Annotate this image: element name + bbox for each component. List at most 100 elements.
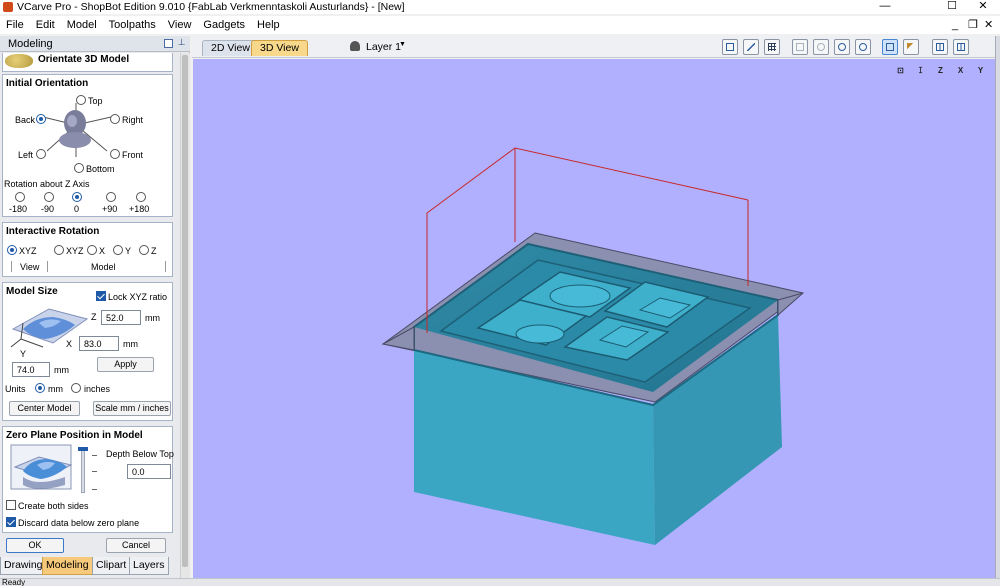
layer-dropdown[interactable]: Layer 1 — [366, 41, 401, 53]
3d-viewport[interactable]: ⊡ ꕯ Z X Y — [193, 59, 1000, 578]
tab-modeling[interactable]: Modeling — [42, 557, 93, 575]
modeling-panel: Modeling ⊥ Orientate 3D Model Initial Or… — [0, 36, 190, 586]
tab-layers[interactable]: Layers — [129, 557, 169, 575]
grid-icon[interactable] — [764, 39, 780, 55]
close-button[interactable]: ✕ — [966, 0, 1000, 14]
depth-slider-thumb[interactable] — [78, 447, 88, 451]
view-group-label: View — [20, 262, 40, 272]
mdi-restore-button[interactable]: ❐ — [968, 18, 978, 32]
tab-clipart[interactable]: Clipart — [92, 557, 131, 575]
rotation-minus90-radio[interactable] — [44, 192, 54, 202]
y-size-input[interactable] — [12, 362, 50, 377]
rotate-y-radio[interactable] — [113, 245, 123, 255]
model-size-section: Model Size Lock XYZ ratio Z mm X mm Y mm… — [2, 282, 173, 421]
create-both-sides-checkbox[interactable] — [6, 500, 16, 510]
split-vertical-icon[interactable] — [953, 39, 969, 55]
scale-units-button[interactable]: Scale mm / inches — [93, 401, 171, 416]
rotation-minus180-radio[interactable] — [15, 192, 25, 202]
initial-orientation-section: Initial Orientation Top Back Right Left — [2, 74, 173, 217]
units-inches-label: inches — [84, 384, 111, 394]
units-mm-radio[interactable] — [35, 383, 45, 393]
minimize-button[interactable]: — — [868, 0, 902, 14]
tab-3d-view[interactable]: 3D View — [251, 40, 308, 56]
mdi-minimize-button[interactable]: _ — [952, 18, 958, 32]
discard-below-zero-checkbox[interactable] — [6, 517, 16, 527]
zoom-in-icon[interactable] — [813, 39, 829, 55]
rotation-minus180-label: -180 — [9, 204, 28, 214]
zoom-extents-icon[interactable] — [722, 39, 738, 55]
rotation-plus180-label: +180 — [129, 204, 150, 214]
x-size-input[interactable] — [79, 336, 119, 351]
draw-mode-icon[interactable] — [882, 39, 898, 55]
rotate-model-xyz-label: XYZ — [66, 246, 84, 256]
orientation-bottom-radio[interactable] — [74, 163, 84, 173]
rotate-z-radio[interactable] — [139, 245, 149, 255]
vcarve-window: VCarve Pro - ShopBot Edition 9.010 {FabL… — [0, 0, 1000, 586]
orientation-top-radio[interactable] — [76, 95, 86, 105]
menu-edit[interactable]: Edit — [30, 16, 61, 34]
orientation-heading: Initial Orientation — [6, 78, 89, 89]
form-subtitle: Orientate 3D Model — [38, 54, 130, 65]
view-toolbar: 2D View 3D View Layer 1 ▼ — [192, 36, 1000, 58]
orientation-right-radio[interactable] — [110, 114, 120, 124]
maximize-button[interactable]: ☐ — [935, 0, 969, 14]
rotate-x-radio[interactable] — [87, 245, 97, 255]
lock-ratio-label: Lock XYZ ratio — [108, 292, 168, 302]
z-axis-label: Z — [91, 312, 97, 322]
menu-help[interactable]: Help — [251, 16, 286, 34]
zoom-selected-icon[interactable] — [855, 39, 871, 55]
rotate-z-label: Z — [151, 246, 157, 256]
orientation-front-radio[interactable] — [110, 149, 120, 159]
view-divider-right — [47, 261, 48, 272]
model-divider-right — [165, 261, 166, 272]
panel-title: Modeling — [8, 38, 53, 50]
ok-button[interactable]: OK — [6, 538, 64, 553]
split-horizontal-icon[interactable] — [932, 39, 948, 55]
rotate-view-xyz-radio[interactable] — [7, 245, 17, 255]
rotation-0-radio[interactable] — [72, 192, 82, 202]
status-text: Ready — [2, 578, 26, 586]
units-label: Units — [5, 384, 26, 394]
right-panel-strip[interactable] — [995, 36, 1000, 578]
apply-button[interactable]: Apply — [97, 357, 154, 372]
zero-plane-section: Zero Plane Position in Model Depth Below… — [2, 426, 174, 533]
panel-float-icon[interactable] — [164, 39, 173, 48]
orientation-left-radio[interactable] — [36, 149, 46, 159]
zoom-box-icon[interactable] — [743, 39, 759, 55]
panel-pin-icon[interactable]: ⊥ — [177, 38, 186, 48]
depth-tick-3 — [92, 489, 97, 490]
orientate-icon — [5, 54, 33, 68]
depth-below-top-input[interactable] — [127, 464, 171, 479]
panel-scroll-thumb[interactable] — [182, 55, 188, 567]
tab-drawing[interactable]: Drawing — [0, 557, 47, 575]
menu-model[interactable]: Model — [61, 16, 103, 34]
orientation-back-radio[interactable] — [36, 114, 46, 124]
rotate-x-label: X — [99, 246, 106, 256]
menu-toolpaths[interactable]: Toolpaths — [103, 16, 162, 34]
rotate-model-xyz-radio[interactable] — [54, 245, 64, 255]
z-size-input[interactable] — [101, 310, 141, 325]
cancel-button[interactable]: Cancel — [106, 538, 166, 553]
units-inches-radio[interactable] — [71, 383, 81, 393]
discard-below-zero-label: Discard data below zero plane — [18, 518, 140, 528]
title-bar: VCarve Pro - ShopBot Edition 9.010 {FabL… — [0, 0, 1000, 14]
rotation-plus180-radio[interactable] — [136, 192, 146, 202]
menu-file[interactable]: File — [0, 16, 30, 34]
rotation-minus90-label: -90 — [41, 204, 55, 214]
center-model-button[interactable]: Center Model — [9, 401, 80, 416]
depth-slider-track[interactable] — [81, 447, 85, 493]
lock-ratio-checkbox[interactable] — [96, 291, 106, 301]
status-bar: Ready — [0, 578, 1000, 586]
zoom-out-icon[interactable] — [834, 39, 850, 55]
zero-plane-car-icon — [10, 444, 73, 490]
rotation-plus90-radio[interactable] — [106, 192, 116, 202]
mdi-close-button[interactable]: ✕ — [984, 18, 993, 32]
orientation-left-label: Left — [18, 150, 34, 160]
menu-gadgets[interactable]: Gadgets — [197, 16, 251, 34]
chevron-down-icon[interactable]: ▼ — [399, 41, 406, 48]
pan-icon[interactable] — [792, 39, 808, 55]
menu-bar: File Edit Model Toolpaths View Gadgets H… — [0, 16, 1000, 34]
toolpath-preview-icon[interactable] — [903, 39, 919, 55]
menu-view[interactable]: View — [162, 16, 198, 34]
app-icon — [3, 2, 13, 12]
